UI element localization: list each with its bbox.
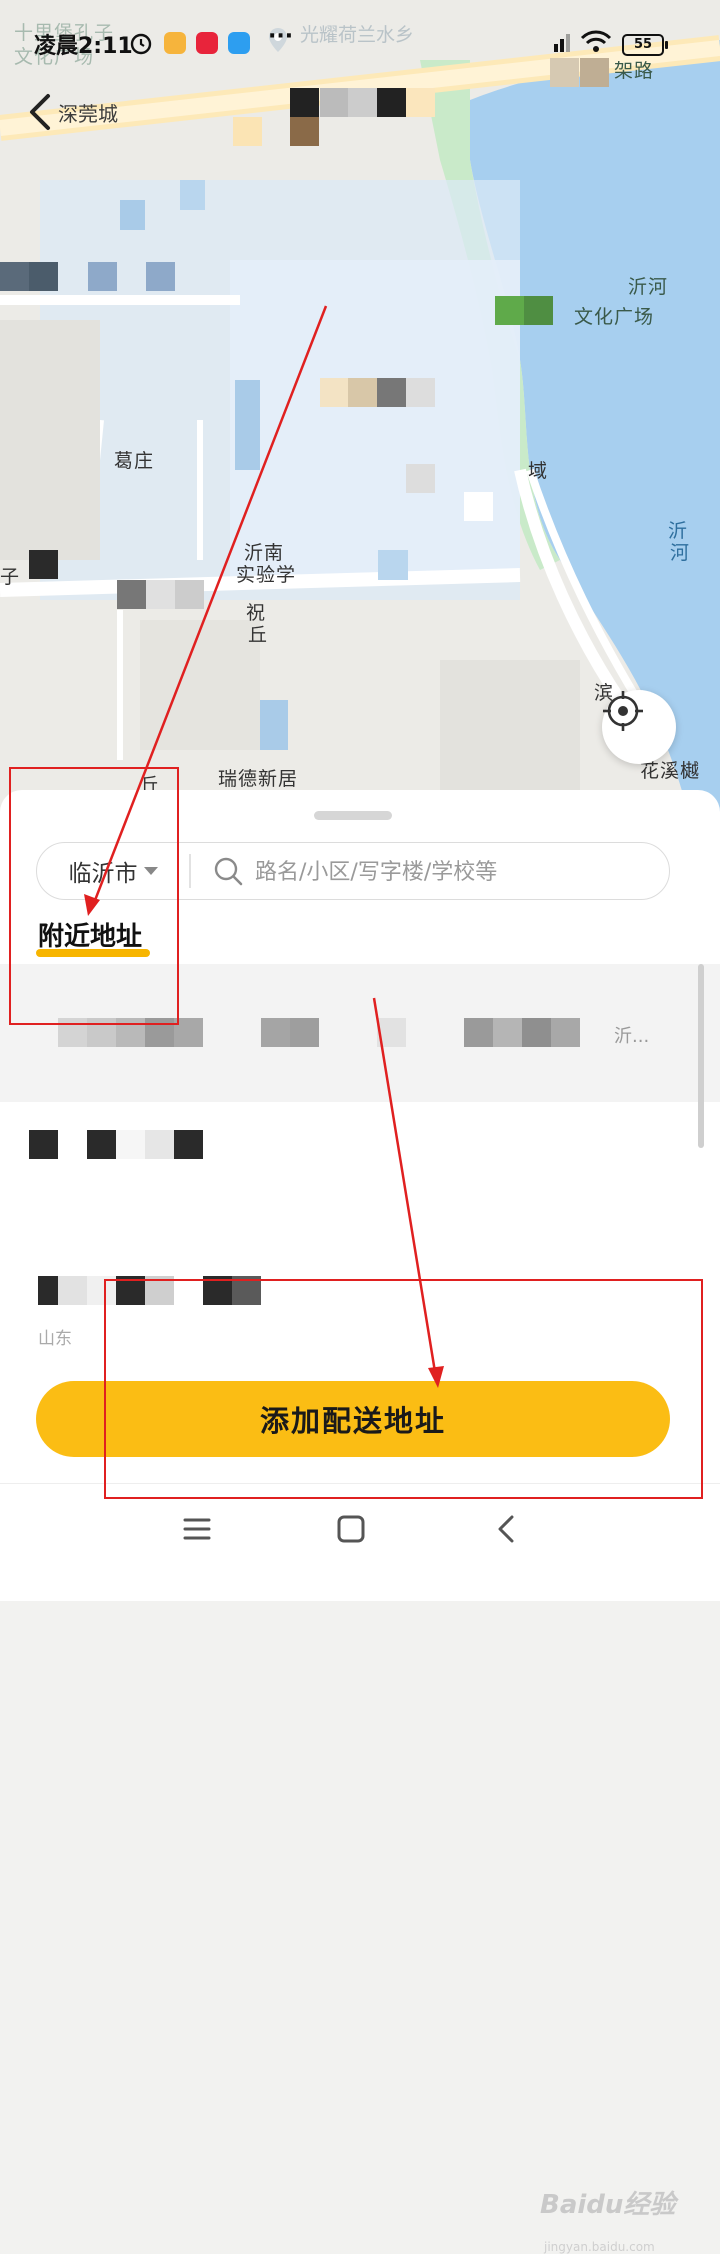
mosaic-block: [348, 378, 377, 407]
scrollbar[interactable]: [698, 964, 704, 1148]
mosaic-block: [175, 580, 204, 609]
mosaic-block: [203, 1276, 232, 1305]
signal-icon: [554, 34, 570, 52]
mosaic-block: [290, 1018, 319, 1047]
message-app-icon: [164, 32, 186, 54]
mosaic-block: [87, 1130, 116, 1159]
mosaic-block: [348, 88, 377, 117]
mosaic-block: [145, 1276, 174, 1305]
mosaic-block: [406, 378, 435, 407]
mosaic-block: [320, 378, 349, 407]
mosaic-block: [29, 550, 58, 579]
status-bar: 凌晨2:11 ··· 光耀荷兰水乡 55: [0, 22, 720, 62]
add-delivery-address-button[interactable]: 添加配送地址: [36, 1381, 670, 1457]
map-label: 河: [670, 542, 691, 564]
mosaic-block: [493, 1018, 522, 1047]
mosaic-block: [550, 58, 579, 87]
map-label: 文化广场: [574, 306, 655, 328]
address-row[interactable]: 沂...: [0, 964, 720, 1102]
mosaic-block: [320, 88, 349, 117]
status-time: 凌晨2:11: [34, 34, 133, 59]
address-suffix: 沂...: [614, 1026, 650, 1047]
mosaic-block: [551, 1018, 580, 1047]
cloud-app-icon: [228, 32, 250, 54]
more-notifications: ···: [268, 24, 294, 49]
chevron-left-icon: [30, 94, 50, 130]
mosaic-block: [117, 580, 146, 609]
map-label: 瑞德新居: [218, 768, 299, 790]
mosaic-block: [233, 117, 262, 146]
mosaic-block: [116, 1018, 145, 1047]
mosaic-block: [522, 1018, 551, 1047]
address-row[interactable]: [0, 1102, 720, 1239]
map-label: 实验学: [236, 564, 297, 586]
city-selector[interactable]: 临沂市: [37, 843, 189, 899]
mosaic-block: [58, 1276, 87, 1305]
mosaic-block: [232, 1276, 261, 1305]
wifi-icon: [580, 30, 612, 52]
mosaic-block: [290, 88, 319, 117]
tab-nearby-address[interactable]: 附近地址: [38, 916, 142, 953]
map-label: 沂河: [628, 276, 669, 298]
mosaic-block: [38, 1276, 58, 1305]
map-label: 域: [528, 460, 549, 482]
mosaic-block: [88, 262, 117, 291]
address-subtitle: 山东: [38, 1329, 72, 1349]
mosaic-block: [377, 88, 406, 117]
mosaic-block: [261, 1018, 290, 1047]
watermark: Baidu经验: [540, 2190, 676, 2220]
search-icon: [214, 857, 243, 886]
address-row[interactable]: 山东: [0, 1238, 720, 1378]
mosaic-block: [145, 1018, 174, 1047]
watermark-sub: jingyan.baidu.com: [544, 2240, 655, 2254]
crosshair-icon: [603, 691, 643, 731]
chevron-down-icon: [143, 867, 158, 875]
search-bar: 临沂市: [36, 842, 670, 900]
map-label: 丘: [248, 624, 269, 646]
city-label: 临沂市: [68, 861, 138, 887]
mosaic-block: [0, 262, 29, 291]
drag-handle[interactable]: [314, 811, 392, 820]
map-label: 光耀荷兰水乡: [300, 24, 415, 46]
mosaic-block: [406, 88, 435, 117]
mosaic-block: [58, 1018, 87, 1047]
home-icon[interactable]: [336, 1514, 366, 1544]
divider: [189, 854, 191, 888]
xiaohongshu-app-icon: [196, 32, 218, 54]
mosaic-block: [580, 58, 609, 87]
mosaic-block: [524, 296, 553, 325]
mosaic-block: [174, 1018, 203, 1047]
back-label: 深莞城: [58, 101, 118, 126]
back-button[interactable]: 深莞城: [26, 92, 118, 132]
mosaic-block: [116, 1276, 145, 1305]
mosaic-block: [87, 1018, 116, 1047]
mosaic-block: [377, 378, 406, 407]
alarm-icon: [130, 33, 152, 55]
mosaic-block: [174, 1130, 203, 1159]
menu-icon[interactable]: [182, 1514, 212, 1544]
address-sheet: 临沂市 附近地址 沂...: [0, 790, 720, 2254]
mosaic-block: [377, 1018, 406, 1047]
mosaic-block: [146, 580, 175, 609]
mosaic-block: [87, 1276, 116, 1305]
mosaic-block: [145, 1130, 174, 1159]
mosaic-block: [29, 262, 58, 291]
mosaic-block: [406, 464, 435, 493]
mosaic-block: [290, 117, 319, 146]
mosaic-block: [29, 1130, 58, 1159]
battery-indicator: 55: [622, 34, 668, 56]
map-label: 葛庄: [114, 450, 155, 472]
mosaic-block: [116, 1130, 145, 1159]
back-icon[interactable]: [492, 1514, 522, 1544]
mosaic-block: [464, 492, 493, 521]
search-input[interactable]: [253, 845, 657, 899]
system-nav-bar: Baidu经验 jingyan.baidu.com: [0, 1483, 720, 2254]
mosaic-block: [464, 1018, 493, 1047]
mosaic-block: [146, 262, 175, 291]
map-label: 子: [0, 566, 21, 588]
locate-button[interactable]: [602, 690, 676, 764]
mosaic-block: [495, 296, 524, 325]
